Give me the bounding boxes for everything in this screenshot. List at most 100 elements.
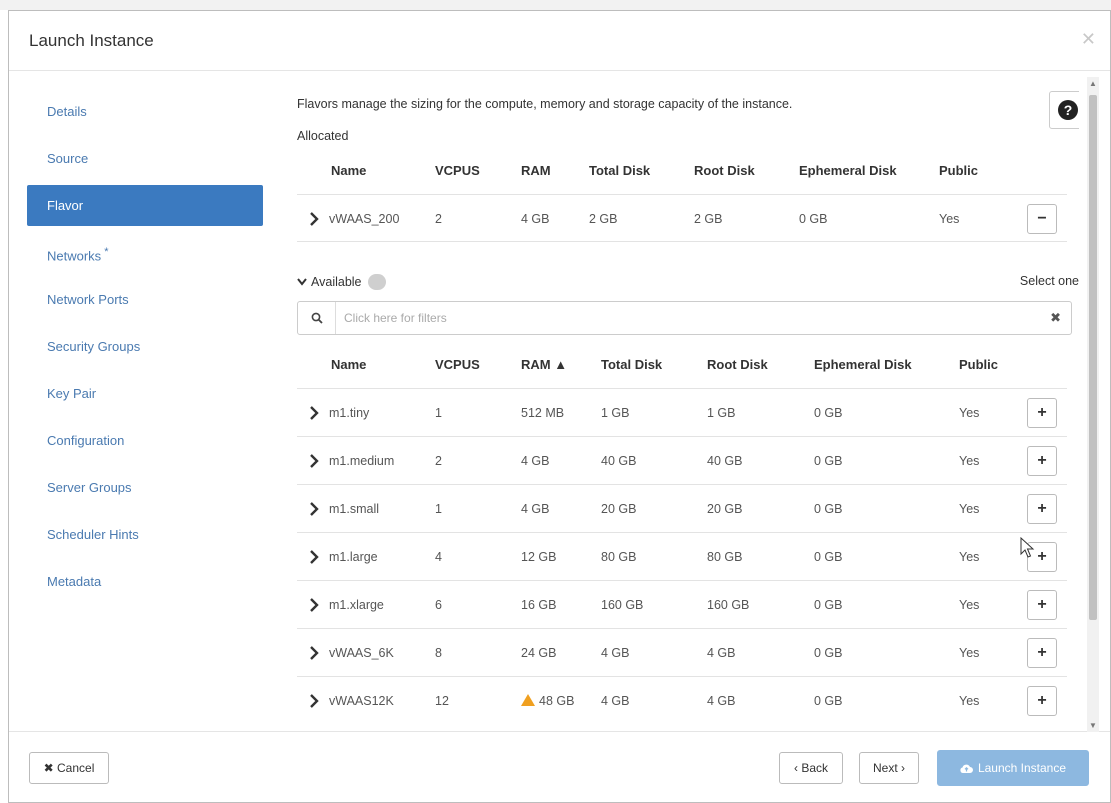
times-icon[interactable]: ✖ [1050, 310, 1061, 326]
column-header-ephemeral-disk[interactable]: Ephemeral Disk [799, 163, 897, 178]
cell-ram: 24 GB [521, 646, 557, 660]
sidebar-item-network-ports[interactable]: Network Ports [27, 279, 263, 320]
sidebar-item-security-groups[interactable]: Security Groups [27, 326, 263, 367]
filter-input[interactable] [344, 309, 1024, 327]
cloud-upload-icon [960, 764, 973, 773]
table-row: m1.medium 2 4 GB 40 GB 40 GB 0 GB Yes + [297, 436, 1067, 484]
sidebar-item-key-pair[interactable]: Key Pair [27, 373, 263, 414]
back-button[interactable]: ‹ Back [779, 752, 843, 784]
chevron-right-icon[interactable] [309, 598, 319, 612]
sidebar-item-details[interactable]: Details [27, 91, 263, 132]
cell-ephemeral-disk: 0 GB [814, 550, 843, 564]
column-header-root-disk[interactable]: Root Disk [707, 357, 768, 372]
cell-vcpus: 8 [435, 646, 442, 660]
column-header-total-disk[interactable]: Total Disk [601, 357, 662, 372]
page-backdrop [0, 0, 1111, 10]
available-toggle[interactable]: Available [297, 274, 386, 290]
column-header-vcpus[interactable]: VCPUS [435, 163, 480, 178]
sidebar-item-metadata[interactable]: Metadata [27, 561, 263, 602]
cell-root-disk: 20 GB [707, 502, 743, 516]
dialog-title: Launch Instance [29, 31, 154, 50]
cell-vcpus: 2 [435, 454, 442, 468]
cell-ram: 12 GB [521, 550, 557, 564]
chevron-right-icon[interactable] [309, 646, 319, 660]
column-header-ephemeral-disk[interactable]: Ephemeral Disk [814, 357, 912, 372]
help-button[interactable]: ? [1049, 91, 1079, 129]
deallocate-button[interactable]: − [1027, 204, 1057, 234]
cell-name: m1.xlarge [329, 598, 384, 612]
allocate-button[interactable]: + [1027, 590, 1057, 620]
cell-total-disk: 40 GB [601, 454, 637, 468]
sidebar-item-label: Security Groups [47, 339, 141, 354]
allocate-button[interactable]: + [1027, 494, 1057, 524]
scroll-thumb[interactable] [1089, 95, 1097, 620]
available-label: Available [311, 275, 362, 289]
allocate-button[interactable]: + [1027, 686, 1057, 716]
cell-ephemeral-disk: 0 GB [814, 502, 843, 516]
chevron-right-icon[interactable] [309, 550, 319, 564]
cell-name: m1.large [329, 550, 378, 564]
chevron-right-icon[interactable] [309, 694, 319, 708]
cell-vcpus: 6 [435, 598, 442, 612]
column-header-name[interactable]: Name [331, 357, 366, 372]
sidebar-item-label: Details [47, 104, 87, 119]
column-header-total-disk[interactable]: Total Disk [589, 163, 650, 178]
allocate-button[interactable]: + [1027, 446, 1057, 476]
column-header-public[interactable]: Public [959, 357, 998, 372]
cell-vcpus: 12 [435, 694, 449, 708]
cell-root-disk: 160 GB [707, 598, 750, 612]
column-header-public[interactable]: Public [939, 163, 978, 178]
table-row: m1.small 1 4 GB 20 GB 20 GB 0 GB Yes + [297, 484, 1067, 532]
cancel-button[interactable]: ✖ Cancel [29, 752, 109, 784]
table-row: m1.xlarge 6 16 GB 160 GB 160 GB 0 GB Yes + [297, 580, 1067, 628]
sidebar-item-server-groups[interactable]: Server Groups [27, 467, 263, 508]
cell-total-disk: 1 GB [601, 406, 630, 420]
content-scrollbar[interactable]: ▲ ▼ [1087, 77, 1099, 732]
column-header-root-disk[interactable]: Root Disk [694, 163, 755, 178]
available-count-badge [367, 274, 386, 290]
chevron-right-icon[interactable] [309, 406, 319, 420]
cell-vcpus: 1 [435, 406, 442, 420]
cell-ephemeral-disk: 0 GB [799, 212, 828, 226]
table-row: vWAAS_6K 8 24 GB 4 GB 4 GB 0 GB Yes + [297, 628, 1067, 676]
cell-vcpus: 4 [435, 550, 442, 564]
cell-name: vWAAS12K [329, 694, 394, 708]
next-button[interactable]: Next › [859, 752, 919, 784]
chevron-right-icon[interactable] [309, 454, 319, 468]
cell-name: vWAAS_6K [329, 646, 394, 660]
sidebar-item-configuration[interactable]: Configuration [27, 420, 263, 461]
column-header-ram-sorted[interactable]: RAM ▲ [521, 357, 567, 372]
cell-total-disk: 80 GB [601, 550, 637, 564]
cell-ram-value: 48 GB [539, 694, 575, 708]
cell-public: Yes [959, 646, 980, 660]
sidebar-item-flavor[interactable]: Flavor [27, 185, 263, 226]
allocate-button[interactable]: + [1027, 638, 1057, 668]
cell-root-disk: 4 GB [707, 694, 736, 708]
cell-public: Yes [959, 598, 980, 612]
column-header-vcpus[interactable]: VCPUS [435, 357, 480, 372]
cell-public: Yes [959, 550, 980, 564]
allocate-button[interactable]: + [1027, 398, 1057, 428]
cell-total-disk: 4 GB [601, 694, 630, 708]
sidebar-item-networks[interactable]: Networks * [27, 232, 263, 273]
close-icon[interactable]: ✕ [1081, 29, 1096, 50]
cell-total-disk: 4 GB [601, 646, 630, 660]
chevron-right-icon[interactable] [309, 502, 319, 516]
sidebar-item-label: Configuration [47, 433, 125, 448]
launch-instance-button[interactable]: Launch Instance [937, 750, 1089, 786]
chevron-right-icon[interactable] [309, 212, 319, 226]
column-header-ram[interactable]: RAM [521, 163, 551, 178]
scroll-down-icon[interactable]: ▼ [1089, 721, 1097, 730]
cell-public: Yes [959, 454, 980, 468]
cell-root-disk: 80 GB [707, 550, 743, 564]
sidebar-item-scheduler-hints[interactable]: Scheduler Hints [27, 514, 263, 555]
column-header-name[interactable]: Name [331, 163, 366, 178]
sidebar-item-label: Source [47, 151, 89, 166]
launch-instance-dialog: Launch Instance ✕ Details Source Flavor … [8, 10, 1111, 803]
warning-triangle-icon [521, 694, 535, 706]
mouse-cursor-icon [1020, 537, 1035, 558]
filter-bar: ✖ [297, 301, 1072, 335]
sidebar-item-source[interactable]: Source [27, 138, 263, 179]
cell-ephemeral-disk: 0 GB [814, 406, 843, 420]
scroll-up-icon[interactable]: ▲ [1089, 79, 1097, 88]
